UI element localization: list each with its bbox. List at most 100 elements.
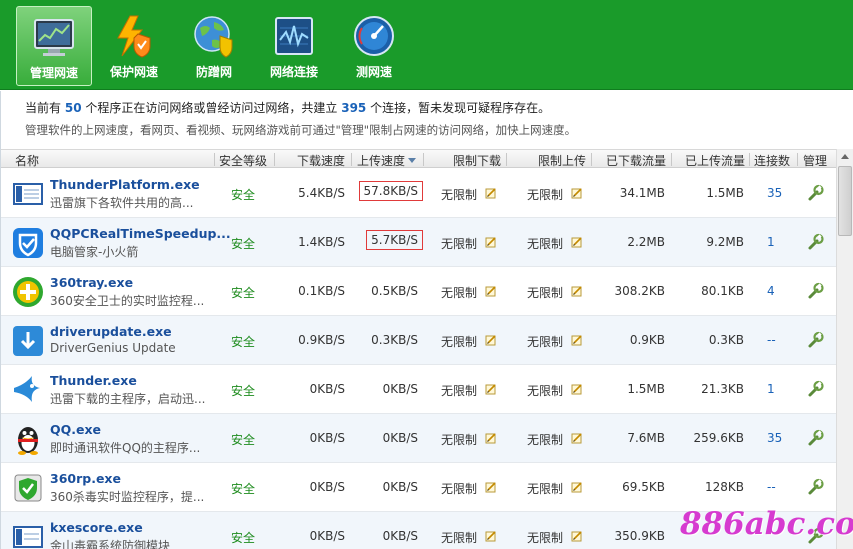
table-row[interactable]: Thunder.exe 迅雷下载的主程序，启动迅... 安全 0KB/S 0KB/S 无限… bbox=[1, 365, 836, 414]
process-name[interactable]: QQ.exe bbox=[50, 422, 101, 437]
monitor-chart-icon bbox=[34, 19, 74, 56]
tool-protect-speed[interactable]: 保护网速 bbox=[96, 6, 172, 86]
edit-pencil-icon[interactable] bbox=[485, 187, 497, 199]
wrench-icon[interactable] bbox=[806, 331, 824, 349]
uploaded-traffic: 21.3KB bbox=[701, 382, 744, 396]
limit-download: 无限制 bbox=[441, 531, 478, 545]
process-name[interactable]: 360rp.exe bbox=[50, 471, 121, 486]
limit-download: 无限制 bbox=[441, 286, 478, 300]
col-downloaded[interactable]: 已下载流量 bbox=[606, 152, 666, 169]
upload-speed: 57.8KB/S bbox=[358, 181, 423, 201]
process-desc: 迅雷旗下各软件共用的高... bbox=[50, 196, 194, 210]
edit-pencil-icon[interactable] bbox=[571, 432, 583, 444]
360-safe-icon bbox=[13, 277, 43, 307]
download-speed: 0KB/S bbox=[309, 529, 345, 543]
process-name[interactable]: driverupdate.exe bbox=[50, 324, 172, 339]
limit-download: 无限制 bbox=[441, 482, 478, 496]
col-uploaded[interactable]: 已上传流量 bbox=[685, 152, 745, 169]
upload-speed: 5.7KB/S bbox=[366, 230, 423, 250]
edit-pencil-icon[interactable] bbox=[485, 432, 497, 444]
edit-pencil-icon[interactable] bbox=[571, 383, 583, 395]
connection-count[interactable]: 1 bbox=[767, 235, 775, 249]
edit-pencil-icon[interactable] bbox=[485, 530, 497, 542]
edit-pencil-icon[interactable] bbox=[485, 334, 497, 346]
col-name[interactable]: 名称 bbox=[15, 152, 39, 169]
edit-pencil-icon[interactable] bbox=[485, 481, 497, 493]
process-name[interactable]: QQPCRealTimeSpeedup... bbox=[50, 226, 231, 241]
col-limit-upload[interactable]: 限制上传 bbox=[538, 152, 586, 169]
upload-speed: 0.3KB/S bbox=[371, 333, 418, 347]
upload-speed: 0.5KB/S bbox=[371, 284, 418, 298]
connection-count[interactable]: 35 bbox=[767, 431, 782, 445]
tool-anti-leech[interactable]: 防蹭网 bbox=[176, 6, 252, 86]
table-header: 名称 安全等级 下载速度 上传速度 限制下载 限制上传 已下载流量 已上传流量 … bbox=[1, 149, 836, 168]
scroll-up-icon[interactable] bbox=[837, 149, 853, 165]
scrollbar-thumb[interactable] bbox=[838, 166, 852, 236]
uploaded-traffic: 259.6KB bbox=[693, 431, 744, 445]
wrench-icon[interactable] bbox=[806, 429, 824, 447]
col-upload-speed[interactable]: 上传速度 bbox=[357, 152, 417, 169]
edit-pencil-icon[interactable] bbox=[485, 285, 497, 297]
edit-pencil-icon[interactable] bbox=[571, 334, 583, 346]
tool-label: 管理网速 bbox=[29, 66, 78, 80]
tool-label: 保护网速 bbox=[109, 65, 158, 79]
wrench-icon[interactable] bbox=[806, 233, 824, 251]
tool-network-connections[interactable]: 网络连接 bbox=[256, 6, 332, 86]
downloaded-traffic: 308.2KB bbox=[614, 284, 665, 298]
limit-upload: 无限制 bbox=[527, 335, 564, 349]
process-table: 名称 安全等级 下载速度 上传速度 限制下载 限制上传 已下载流量 已上传流量 … bbox=[0, 149, 836, 549]
process-desc: 迅雷下载的主程序，启动迅... bbox=[50, 392, 206, 406]
connection-count[interactable]: 1 bbox=[767, 382, 775, 396]
col-connections[interactable]: 连接数 bbox=[754, 152, 790, 169]
upload-speed: 0KB/S bbox=[382, 529, 418, 543]
limit-download: 无限制 bbox=[441, 433, 478, 447]
connection-count[interactable]: 35 bbox=[767, 186, 782, 200]
sort-desc-icon bbox=[408, 158, 417, 163]
downloaded-traffic: 34.1MB bbox=[619, 186, 665, 200]
limit-upload: 无限制 bbox=[527, 237, 564, 251]
col-limit-download[interactable]: 限制下载 bbox=[453, 152, 501, 169]
wrench-icon[interactable] bbox=[806, 282, 824, 300]
wrench-icon[interactable] bbox=[806, 478, 824, 496]
table-row[interactable]: 360rp.exe 360杀毒实时监控程序，提... 安全 0KB/S 0KB/S 无限制… bbox=[1, 463, 836, 512]
edit-pencil-icon[interactable] bbox=[485, 236, 497, 248]
edit-pencil-icon[interactable] bbox=[571, 481, 583, 493]
wrench-icon[interactable] bbox=[806, 184, 824, 202]
table-row[interactable]: ThunderPlatform.exe 迅雷旗下各软件共用的高... 安全 5.4KB… bbox=[1, 169, 836, 218]
download-speed: 0KB/S bbox=[309, 382, 345, 396]
tool-speed-test[interactable]: 测网速 bbox=[336, 6, 412, 86]
process-name[interactable]: Thunder.exe bbox=[50, 373, 137, 388]
tool-manage-speed[interactable]: 管理网速 bbox=[16, 6, 92, 86]
process-name[interactable]: 360tray.exe bbox=[50, 275, 133, 290]
table-row[interactable]: QQPCRealTimeSpeedup... 电脑管家-小火箭 安全 1.4KB/S 5… bbox=[1, 218, 836, 267]
security-level: 安全 bbox=[231, 286, 256, 300]
edit-pencil-icon[interactable] bbox=[571, 236, 583, 248]
col-security[interactable]: 安全等级 bbox=[219, 152, 267, 169]
edit-pencil-icon[interactable] bbox=[485, 383, 497, 395]
limit-upload: 无限制 bbox=[527, 482, 564, 496]
edit-pencil-icon[interactable] bbox=[571, 285, 583, 297]
process-name[interactable]: ThunderPlatform.exe bbox=[50, 177, 200, 192]
edit-pencil-icon[interactable] bbox=[571, 530, 583, 542]
qq-penguin-icon bbox=[18, 427, 38, 455]
table-row[interactable]: QQ.exe 即时通讯软件QQ的主程序... 安全 0KB/S 0KB/S 无限制 无限制 7… bbox=[1, 414, 836, 463]
uploaded-traffic: 128KB bbox=[704, 480, 744, 494]
connection-count[interactable]: 4 bbox=[767, 284, 775, 298]
tool-label: 网络连接 bbox=[269, 65, 318, 79]
watermark: 886abc.com bbox=[680, 506, 853, 542]
wrench-icon[interactable] bbox=[806, 380, 824, 398]
col-download-speed[interactable]: 下载速度 bbox=[297, 152, 345, 169]
process-desc: DriverGenius Update bbox=[50, 341, 176, 355]
driver-update-icon bbox=[13, 326, 43, 356]
process-name[interactable]: kxescore.exe bbox=[50, 520, 143, 535]
security-level: 安全 bbox=[231, 188, 256, 202]
downloaded-traffic: 350.9KB bbox=[614, 529, 665, 543]
table-row[interactable]: 360tray.exe 360安全卫士的实时监控程... 安全 0.1KB/S 0.5K… bbox=[1, 267, 836, 316]
connection-count[interactable]: -- bbox=[767, 333, 776, 347]
table-row[interactable]: driverupdate.exe DriverGenius Update 安全 0.9… bbox=[1, 316, 836, 365]
vertical-scrollbar[interactable] bbox=[836, 149, 853, 549]
edit-pencil-icon[interactable] bbox=[571, 187, 583, 199]
downloaded-traffic: 0.9KB bbox=[629, 333, 665, 347]
connection-count[interactable]: -- bbox=[767, 480, 776, 494]
thunder-bird-icon bbox=[14, 376, 40, 402]
